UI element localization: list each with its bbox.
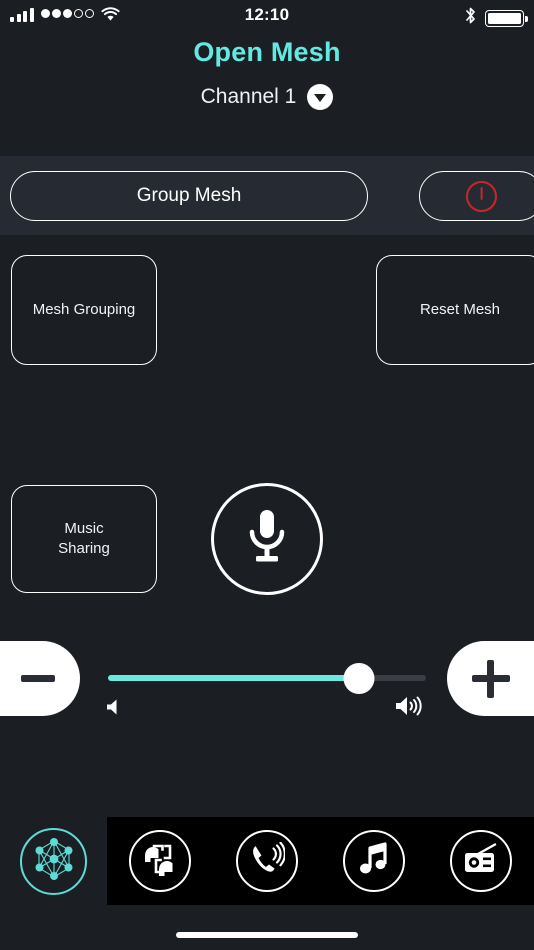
mesh-grouping-button[interactable]: Mesh Grouping	[11, 255, 157, 365]
volume-low-icon	[104, 697, 126, 722]
mesh-grouping-label: Mesh Grouping	[32, 300, 136, 318]
page-title: Open Mesh	[193, 37, 341, 67]
reset-mesh-button[interactable]: Reset Mesh	[376, 255, 534, 365]
music-note-icon	[358, 841, 390, 881]
microphone-button[interactable]	[211, 483, 323, 595]
battery-full-icon	[485, 9, 528, 27]
music-sharing-line-1: Music	[64, 519, 104, 537]
volume-down-button[interactable]	[0, 641, 80, 716]
music-sharing-line-2: Sharing	[58, 540, 110, 557]
volume-slider[interactable]	[108, 663, 426, 694]
status-bar: 12:10	[0, 0, 534, 34]
bottom-nav-items	[107, 817, 534, 905]
home-indicator	[176, 932, 358, 938]
chevron-down-icon[interactable]	[307, 84, 334, 110]
music-sharing-button[interactable]: Music Sharing	[11, 485, 157, 593]
bluetooth-icon	[464, 6, 477, 30]
nav-item-music[interactable]	[342, 830, 405, 892]
volume-slider-thumb[interactable]	[343, 663, 375, 694]
group-mesh-button[interactable]: Group Mesh	[10, 171, 368, 221]
volume-up-button[interactable]	[447, 641, 534, 716]
microphone-icon	[244, 506, 290, 573]
nav-item-intercom[interactable]	[129, 830, 192, 892]
intercom-icon	[141, 842, 179, 881]
status-bar-right	[464, 6, 528, 30]
channel-label: Channel 1	[200, 85, 297, 108]
power-button[interactable]	[419, 171, 534, 221]
nav-item-phone[interactable]	[236, 830, 299, 892]
mesh-network-icon	[30, 835, 78, 888]
volume-slider-fill	[108, 675, 360, 681]
status-bar-clock: 12:10	[244, 5, 290, 24]
minus-icon	[20, 675, 55, 682]
nav-item-mesh[interactable]	[20, 828, 87, 895]
radio-icon	[462, 842, 500, 880]
app-screen: 12:10 Open Mesh Channel 1 Group Mesh Mes…	[0, 0, 534, 950]
phone-call-icon	[249, 841, 287, 881]
music-sharing-label: Music Sharing	[58, 519, 110, 560]
power-icon	[466, 180, 497, 212]
plus-icon	[471, 659, 510, 698]
channel-selector[interactable]: Channel 1	[0, 84, 534, 110]
reset-mesh-label: Reset Mesh	[419, 300, 501, 318]
nav-item-radio[interactable]	[449, 830, 512, 892]
group-mesh-label: Group Mesh	[136, 185, 242, 206]
volume-high-icon	[394, 694, 428, 723]
